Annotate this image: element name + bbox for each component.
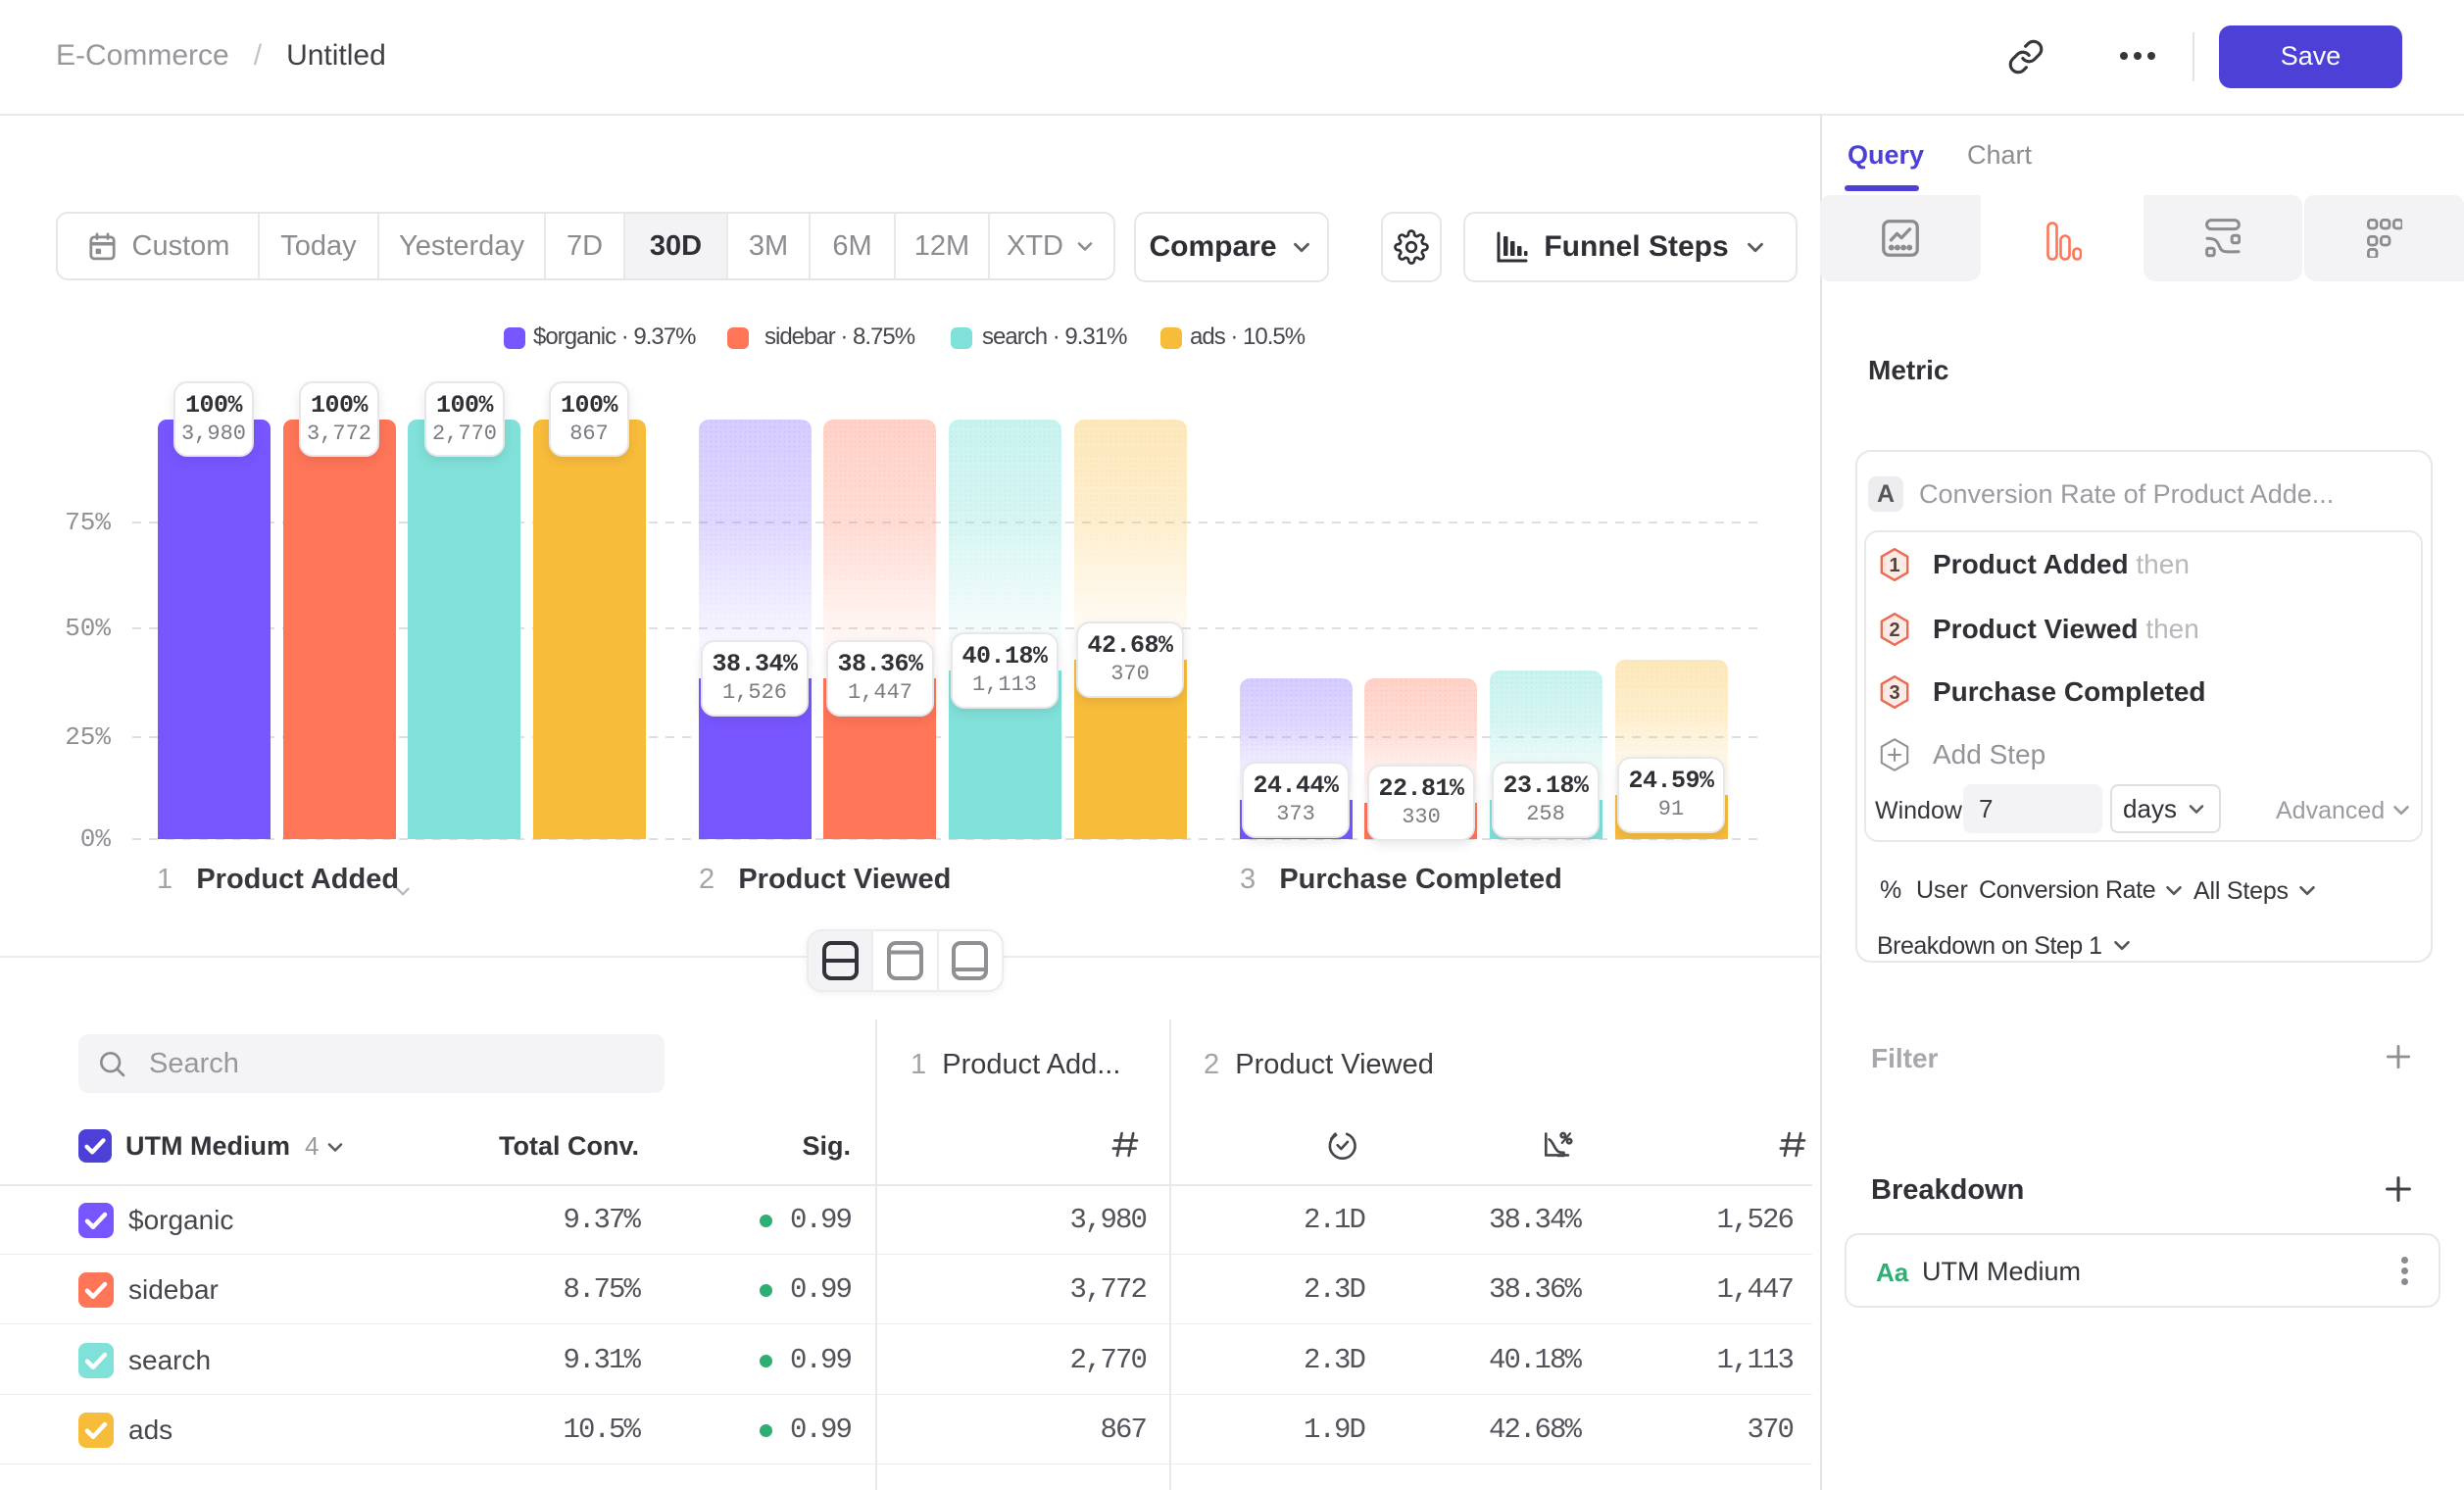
svg-text:3: 3	[1889, 682, 1899, 704]
svg-text:2: 2	[1889, 620, 1899, 641]
svg-text:1: 1	[1889, 555, 1899, 576]
